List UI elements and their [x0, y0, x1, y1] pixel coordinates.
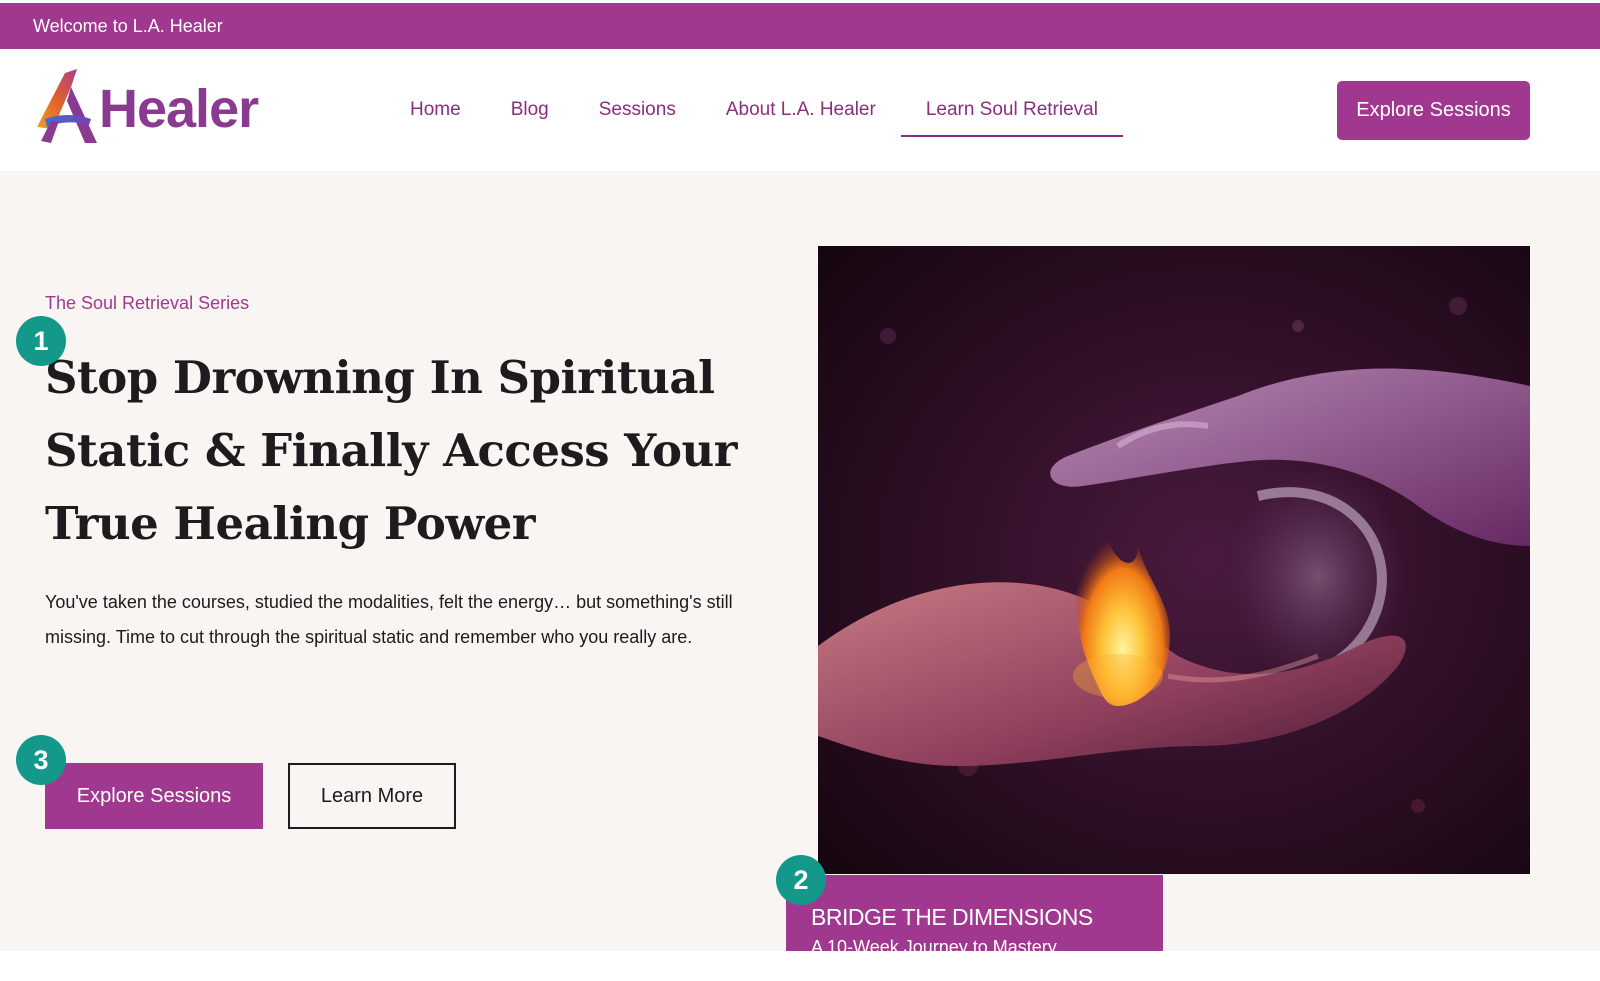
nav-about[interactable]: About L.A. Healer: [701, 49, 901, 171]
logo-text: Healer: [99, 79, 259, 139]
header-explore-sessions-button[interactable]: Explore Sessions: [1337, 81, 1530, 140]
hero-eyebrow: The Soul Retrieval Series: [45, 293, 250, 313]
hero-section: The Soul Retrieval Series Stop Drowning …: [0, 171, 1600, 975]
site-header: Healer Home Blog Sessions About L.A. Hea…: [0, 49, 1600, 171]
announcement-text: Welcome to L.A. Healer: [33, 16, 223, 36]
section-divider: [0, 951, 1600, 981]
logo-a-mark-icon: [37, 69, 97, 143]
hero-explore-sessions-button[interactable]: Explore Sessions: [45, 763, 263, 829]
nav-learn-soul-retrieval[interactable]: Learn Soul Retrieval: [900, 49, 1124, 171]
hands-flame-illustration: [818, 246, 1530, 874]
caption-title: BRIDGE THE DIMENSIONS: [811, 904, 1093, 930]
hero-learn-more-button[interactable]: Learn More: [288, 763, 456, 829]
step-marker-2: 2: [776, 855, 826, 905]
nav-home[interactable]: Home: [385, 49, 486, 171]
nav-sessions[interactable]: Sessions: [574, 49, 701, 171]
hero-headline: Stop Drowning In Spiritual Static & Fina…: [45, 351, 737, 550]
hero-image: [818, 246, 1530, 874]
step-marker-3: 3: [16, 735, 66, 785]
site-logo[interactable]: Healer: [33, 67, 263, 151]
hero-description: You've taken the courses, studied the mo…: [45, 592, 733, 647]
main-nav: Home Blog Sessions About L.A. Healer Lea…: [385, 49, 1124, 171]
step-marker-1: 1: [16, 316, 66, 366]
nav-blog[interactable]: Blog: [486, 49, 574, 171]
announcement-bar: Welcome to L.A. Healer: [0, 3, 1600, 49]
